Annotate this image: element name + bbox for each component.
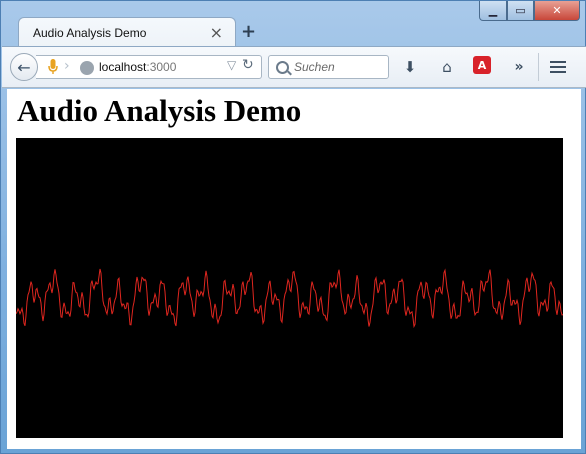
tab-strip: Audio Analysis Demo × + ▁ ▭ ✕ [1, 1, 586, 47]
scroll-gutter [563, 89, 581, 449]
globe-icon[interactable] [80, 61, 94, 75]
search-placeholder: Suchen [294, 60, 335, 74]
new-tab-button[interactable]: + [241, 21, 256, 42]
url-bar[interactable]: › localhost:3000 ▽ ↻ [36, 55, 262, 79]
overflow-icon[interactable]: » [509, 57, 529, 77]
hamburger-menu-icon[interactable] [548, 57, 568, 77]
minimize-button[interactable]: ▁ [479, 1, 507, 21]
search-input[interactable]: Suchen [268, 55, 389, 79]
tab-title: Audio Analysis Demo [33, 26, 147, 40]
chevron-right-icon: › [64, 58, 70, 74]
home-icon[interactable]: ⌂ [437, 57, 457, 77]
back-button[interactable]: ← [10, 53, 38, 81]
page-title: Audio Analysis Demo [17, 93, 302, 128]
url-host: localhost [99, 60, 147, 74]
audio-canvas[interactable] [16, 138, 563, 438]
nav-toolbar: › localhost:3000 ▽ ↻ ← Suchen ⬇ ⌂ A » [2, 46, 586, 88]
url-port: :3000 [146, 60, 177, 74]
reload-icon[interactable]: ↻ [242, 57, 254, 73]
back-arrow-icon: ← [17, 57, 31, 77]
tab-close-icon[interactable]: × [210, 23, 223, 42]
page-content: Audio Analysis Demo [7, 89, 581, 449]
browser-window: Audio Analysis Demo × + ▁ ▭ ✕ › localhos… [0, 0, 586, 454]
url-text[interactable]: localhost:3000 [99, 60, 176, 74]
waveform-plot [16, 268, 563, 329]
avira-icon[interactable]: A [473, 56, 491, 74]
waveform-line [16, 268, 563, 329]
tab-active[interactable]: Audio Analysis Demo × [18, 17, 236, 47]
search-icon [276, 61, 289, 74]
close-window-button[interactable]: ✕ [534, 1, 580, 21]
maximize-button[interactable]: ▭ [507, 1, 534, 21]
microphone-icon[interactable] [48, 59, 58, 75]
url-dropdown-icon[interactable]: ▽ [227, 58, 236, 72]
download-icon[interactable]: ⬇ [400, 57, 420, 77]
toolbar-separator [538, 53, 539, 81]
